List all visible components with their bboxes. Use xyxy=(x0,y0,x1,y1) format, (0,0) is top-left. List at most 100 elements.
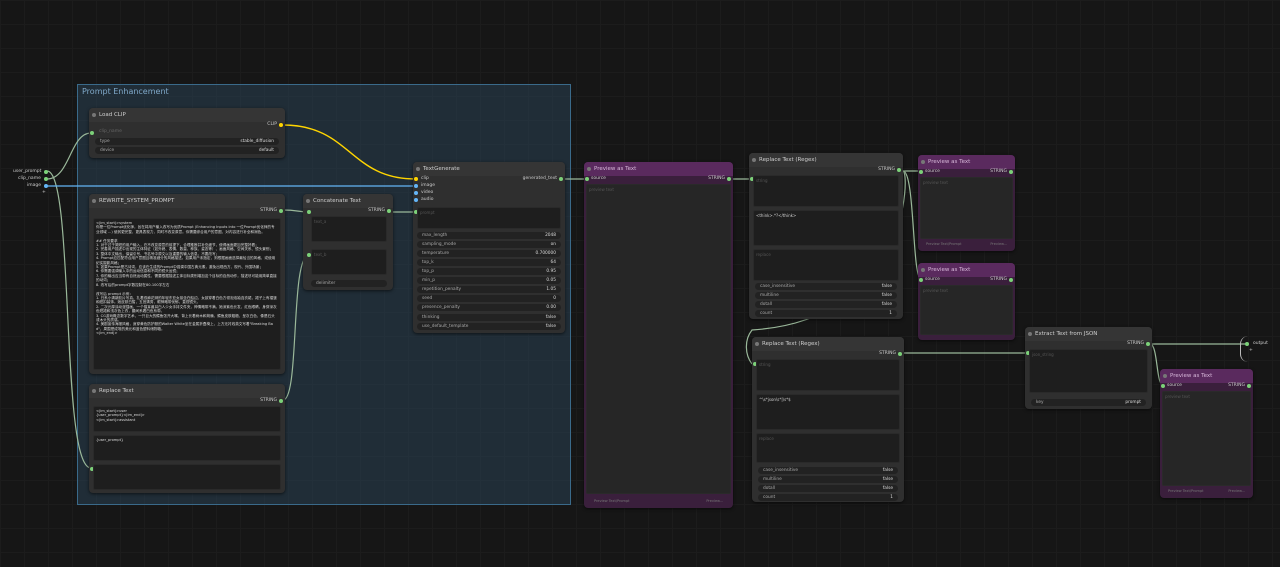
string-input[interactable]: string xyxy=(756,359,900,391)
input-user-prompt[interactable]: user_prompt xyxy=(13,169,41,174)
output-add[interactable]: + xyxy=(1249,348,1253,353)
preview-area: preview text xyxy=(1162,391,1251,486)
json-string-input[interactable]: json_string xyxy=(1029,349,1148,393)
field-clip-name: clip_name xyxy=(99,129,122,134)
pin-source-in[interactable] xyxy=(1161,384,1165,388)
temperature-widget[interactable]: temperature 0.700000 xyxy=(417,250,561,257)
count-widget[interactable]: count 1 xyxy=(755,310,897,317)
pin-video-in[interactable] xyxy=(414,191,418,195)
pin-string-out[interactable] xyxy=(1247,384,1251,388)
pin-audio-in[interactable] xyxy=(414,198,418,202)
footer-right: Preview... xyxy=(1228,489,1245,493)
pin-output[interactable] xyxy=(1245,342,1249,346)
input-clip-name[interactable]: clip_name xyxy=(18,176,41,181)
pin-string-out[interactable] xyxy=(898,352,902,356)
node-title[interactable]: Preview as Text xyxy=(584,162,733,176)
multiline-toggle[interactable]: multiline false xyxy=(758,476,898,483)
pin-string-out[interactable] xyxy=(279,209,283,213)
node-title[interactable]: Preview as Text xyxy=(918,263,1015,277)
pin-user-prompt[interactable] xyxy=(44,170,48,174)
pin-string-out[interactable] xyxy=(727,177,731,181)
pin-string-out[interactable] xyxy=(1009,278,1013,282)
node-replace-text-regex-1[interactable]: Replace Text (Regex) STRING string <thin… xyxy=(749,153,903,319)
pin-text-a[interactable] xyxy=(307,210,311,214)
system-prompt-textarea[interactable]: <|im_start|>system 你是一位Prompt优化师，旨在将用户输入… xyxy=(93,218,281,370)
node-preview-as-text-4[interactable]: Preview as Text source STRING preview te… xyxy=(1160,369,1253,498)
delimiter-field[interactable]: delimiter xyxy=(311,280,387,287)
key-field[interactable]: key prompt xyxy=(1031,399,1146,406)
prompt-textarea[interactable]: prompt xyxy=(417,207,561,229)
node-title[interactable]: Concatenate Text xyxy=(303,194,393,208)
replace-textarea[interactable]: replace xyxy=(756,433,900,463)
pin-string-out[interactable] xyxy=(387,209,391,213)
case-insensitive-toggle[interactable]: case_insensitive false xyxy=(758,467,898,474)
node-load-clip[interactable]: Load CLIP CLIP clip_name type stable_diff… xyxy=(89,108,285,158)
node-replace-text[interactable]: Replace Text STRING <|im_start|>user {us… xyxy=(89,384,285,493)
pin-string-out[interactable] xyxy=(1009,170,1013,174)
replace-textarea[interactable]: replace xyxy=(753,249,899,281)
pattern-textarea[interactable]: <think>.*?</think> xyxy=(753,210,899,246)
pin-source-in[interactable] xyxy=(585,177,589,181)
node-preview-as-text-2[interactable]: Preview as Text source STRING preview te… xyxy=(918,155,1015,251)
sampling-mode-widget[interactable]: sampling_mode on xyxy=(417,241,561,248)
pattern-textarea[interactable]: ^\s*json\s*|\s*$ xyxy=(756,394,900,430)
graph-outputs[interactable]: output + xyxy=(1240,336,1275,362)
node-title[interactable]: Preview as Text xyxy=(918,155,1015,169)
string-input[interactable]: string xyxy=(753,175,899,207)
graph-inputs[interactable]: user_prompt clip_name image + xyxy=(8,166,50,204)
repetition-penalty-widget[interactable]: repetition_penalty 1.05 xyxy=(417,286,561,293)
top-p-widget[interactable]: top_p 0.95 xyxy=(417,268,561,275)
pin-clip-name-in[interactable] xyxy=(90,131,94,135)
text-b-input[interactable]: text_b xyxy=(311,249,387,275)
thinking-toggle[interactable]: thinking false xyxy=(417,314,561,321)
pin-clip-in[interactable] xyxy=(414,177,418,181)
dotall-toggle[interactable]: dotall false xyxy=(758,485,898,492)
pin-string-out[interactable] xyxy=(279,399,283,403)
input-image[interactable]: image xyxy=(27,183,41,188)
node-title[interactable]: Extract Text from JSON xyxy=(1025,327,1152,341)
node-replace-text-regex-2[interactable]: Replace Text (Regex) STRING string ^\s*j… xyxy=(752,337,904,502)
pin-image-in[interactable] xyxy=(414,184,418,188)
min-p-widget[interactable]: min_p 0.05 xyxy=(417,277,561,284)
node-preview-as-text-3[interactable]: Preview as Text source STRING preview te… xyxy=(918,263,1015,340)
node-title[interactable]: Replace Text (Regex) xyxy=(752,337,904,351)
template-textarea[interactable]: <|im_start|>user {user_prompt}<|im_end|>… xyxy=(93,406,281,432)
link-userprompt-replace xyxy=(46,170,92,469)
device-combo[interactable]: device default xyxy=(95,147,279,154)
node-text-generate[interactable]: TextGenerate generated_text clip image v… xyxy=(413,162,565,333)
node-preview-as-text-1[interactable]: Preview as Text source STRING preview te… xyxy=(584,162,733,508)
node-canvas[interactable]: Prompt Enhancement user_prompt clip_name… xyxy=(0,0,1280,567)
pin-clip-out[interactable] xyxy=(279,123,283,127)
node-concatenate-text[interactable]: Concatenate Text STRING text_a text_b de… xyxy=(303,194,393,290)
multiline-toggle[interactable]: multiline false xyxy=(755,292,897,299)
pin-image[interactable] xyxy=(44,184,48,188)
input-add[interactable]: + xyxy=(42,190,46,195)
node-rewrite-system-prompt[interactable]: REWRITE_SYSTEM_PROMPT STRING <|im_start|… xyxy=(89,194,285,374)
dotall-toggle[interactable]: dotall false xyxy=(755,301,897,308)
text-a-input[interactable]: text_a xyxy=(311,216,387,242)
max-length-widget[interactable]: max_length 2048 xyxy=(417,232,561,239)
type-combo[interactable]: type stable_diffusion xyxy=(95,138,279,145)
default-template-toggle[interactable]: use_default_template false xyxy=(417,323,561,330)
node-title[interactable]: TextGenerate xyxy=(413,162,565,176)
output-string: STRING xyxy=(879,351,896,356)
pin-clip-name[interactable] xyxy=(44,177,48,181)
case-insensitive-toggle[interactable]: case_insensitive false xyxy=(755,283,897,290)
pin-string-out[interactable] xyxy=(897,168,901,172)
node-title[interactable]: Preview as Text xyxy=(1160,369,1253,383)
pin-source-in[interactable] xyxy=(919,170,923,174)
find-textarea[interactable]: {user_prompt} xyxy=(93,435,281,461)
seed-widget[interactable]: seed 0 xyxy=(417,295,561,302)
node-title[interactable]: Replace Text (Regex) xyxy=(749,153,903,167)
node-extract-text-from-json[interactable]: Extract Text from JSON STRING json_strin… xyxy=(1025,327,1152,409)
node-title[interactable]: REWRITE_SYSTEM_PROMPT xyxy=(89,194,285,208)
node-title[interactable]: Load CLIP xyxy=(89,108,285,122)
pin-source-in[interactable] xyxy=(919,278,923,282)
presence-penalty-widget[interactable]: presence_penalty 0.00 xyxy=(417,304,561,311)
replace-textarea[interactable] xyxy=(93,464,281,490)
pin-string-out[interactable] xyxy=(1146,342,1150,346)
pin-generated-out[interactable] xyxy=(559,177,563,181)
node-title[interactable]: Replace Text xyxy=(89,384,285,398)
count-widget[interactable]: count 1 xyxy=(758,494,898,501)
top-k-widget[interactable]: top_k 64 xyxy=(417,259,561,266)
